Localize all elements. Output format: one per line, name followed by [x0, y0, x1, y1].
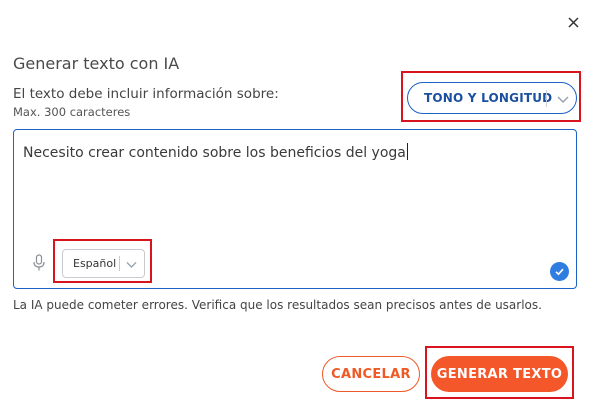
prompt-label: El texto debe incluir información sobre: — [13, 86, 279, 102]
ai-text-dialog: Generar texto con IA El texto debe inclu… — [0, 0, 594, 410]
tone-length-select[interactable]: TONO Y LONGITUD — [407, 82, 577, 114]
generate-text-button[interactable]: GENERAR TEXTO — [431, 356, 568, 392]
dialog-title: Generar texto con IA — [13, 54, 180, 73]
prompt-text: Necesito crear contenido sobre los benef… — [23, 143, 408, 161]
check-icon — [550, 262, 569, 281]
highlight-box — [53, 239, 152, 283]
max-chars-hint: Max. 300 caracteres — [13, 105, 131, 119]
close-icon — [567, 16, 579, 28]
ai-disclaimer: La IA puede cometer errores. Verifica qu… — [13, 298, 542, 312]
select-divider — [546, 90, 547, 107]
tone-length-label: TONO Y LONGITUD — [424, 91, 553, 105]
microphone-icon[interactable] — [32, 254, 46, 272]
chevron-down-icon — [557, 96, 569, 104]
cancel-button[interactable]: CANCELAR — [322, 356, 420, 392]
close-button[interactable] — [563, 12, 583, 32]
